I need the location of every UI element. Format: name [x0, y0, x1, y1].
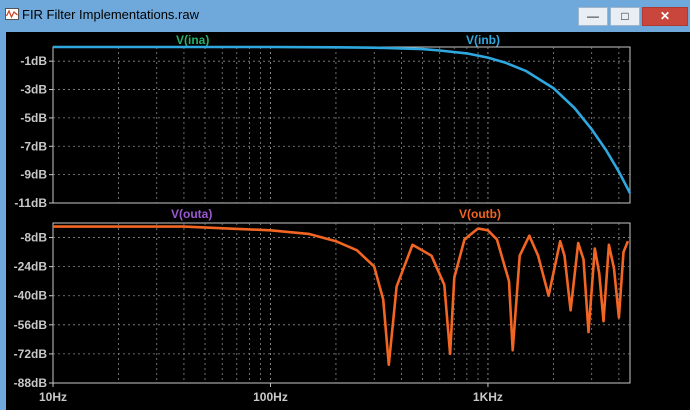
maximize-icon: □	[621, 9, 629, 23]
lower-pane-grid	[53, 223, 630, 383]
title-bar[interactable]: FIR Filter Implementations.raw — □ ✕	[0, 0, 690, 30]
trace-label-outb[interactable]: V(outb)	[459, 207, 501, 221]
y-tick-label: -56dB	[14, 318, 48, 332]
x-axis-ticks: 10Hz 100Hz 1KHz	[39, 383, 503, 404]
waveform-app-icon	[5, 8, 19, 20]
y-tick-label: -5dB	[20, 111, 47, 125]
lower-pane-frame	[52, 222, 631, 384]
y-tick-label: -1dB	[20, 54, 47, 68]
y-tick-label: -8dB	[20, 231, 47, 245]
lower-pane[interactable]: -8dB-24dB-40dB-56dB-72dB-88dB 10Hz 100Hz 1…	[14, 207, 631, 404]
trace-label-outa[interactable]: V(outa)	[171, 207, 212, 221]
y-tick-label: -11dB	[14, 196, 47, 210]
trace-label-inb[interactable]: V(inb)	[466, 33, 500, 47]
minimize-button[interactable]: —	[578, 7, 608, 26]
y-tick-label: -3dB	[20, 83, 47, 97]
plot-area[interactable]: -1dB -3dB -5dB -7dB -9dB -11dB V(ina) V(inb) …	[6, 32, 690, 410]
x-tick-label: 100Hz	[253, 390, 288, 404]
trace-label-ina[interactable]: V(ina)	[176, 33, 209, 47]
minimize-icon: —	[587, 9, 599, 23]
upper-pane-y-ticks: -1dB -3dB -5dB -7dB -9dB -11dB	[14, 54, 53, 210]
y-tick-label: -72dB	[14, 347, 48, 361]
app-window: FIR Filter Implementations.raw — □ ✕ -1d…	[0, 0, 690, 410]
y-tick-label: -9dB	[20, 168, 47, 182]
x-tick-label: 10Hz	[39, 390, 67, 404]
y-tick-label: -88dB	[14, 376, 48, 390]
bode-plot-svg: -1dB-3dB-5dB-7dB-9dB-11dB V(ina) V(inb) …	[14, 33, 632, 404]
maximize-button[interactable]: □	[610, 7, 640, 26]
window-title: FIR Filter Implementations.raw	[22, 7, 199, 22]
upper-pane[interactable]: -1dB -3dB -5dB -7dB -9dB -11dB V(ina) V(inb)	[14, 33, 632, 210]
x-tick-label: 1KHz	[473, 390, 503, 404]
close-icon: ✕	[659, 9, 671, 23]
upper-pane-frame	[52, 46, 631, 204]
y-tick-label: -40dB	[14, 289, 48, 303]
close-button[interactable]: ✕	[642, 7, 688, 26]
upper-pane-grid	[53, 47, 630, 203]
y-tick-label: -7dB	[20, 139, 47, 153]
lower-pane-y-ticks: -8dB -24dB -40dB -56dB -72dB -88dB	[14, 231, 53, 390]
trace-inb-line	[53, 45, 632, 194]
y-tick-label: -24dB	[14, 260, 48, 274]
